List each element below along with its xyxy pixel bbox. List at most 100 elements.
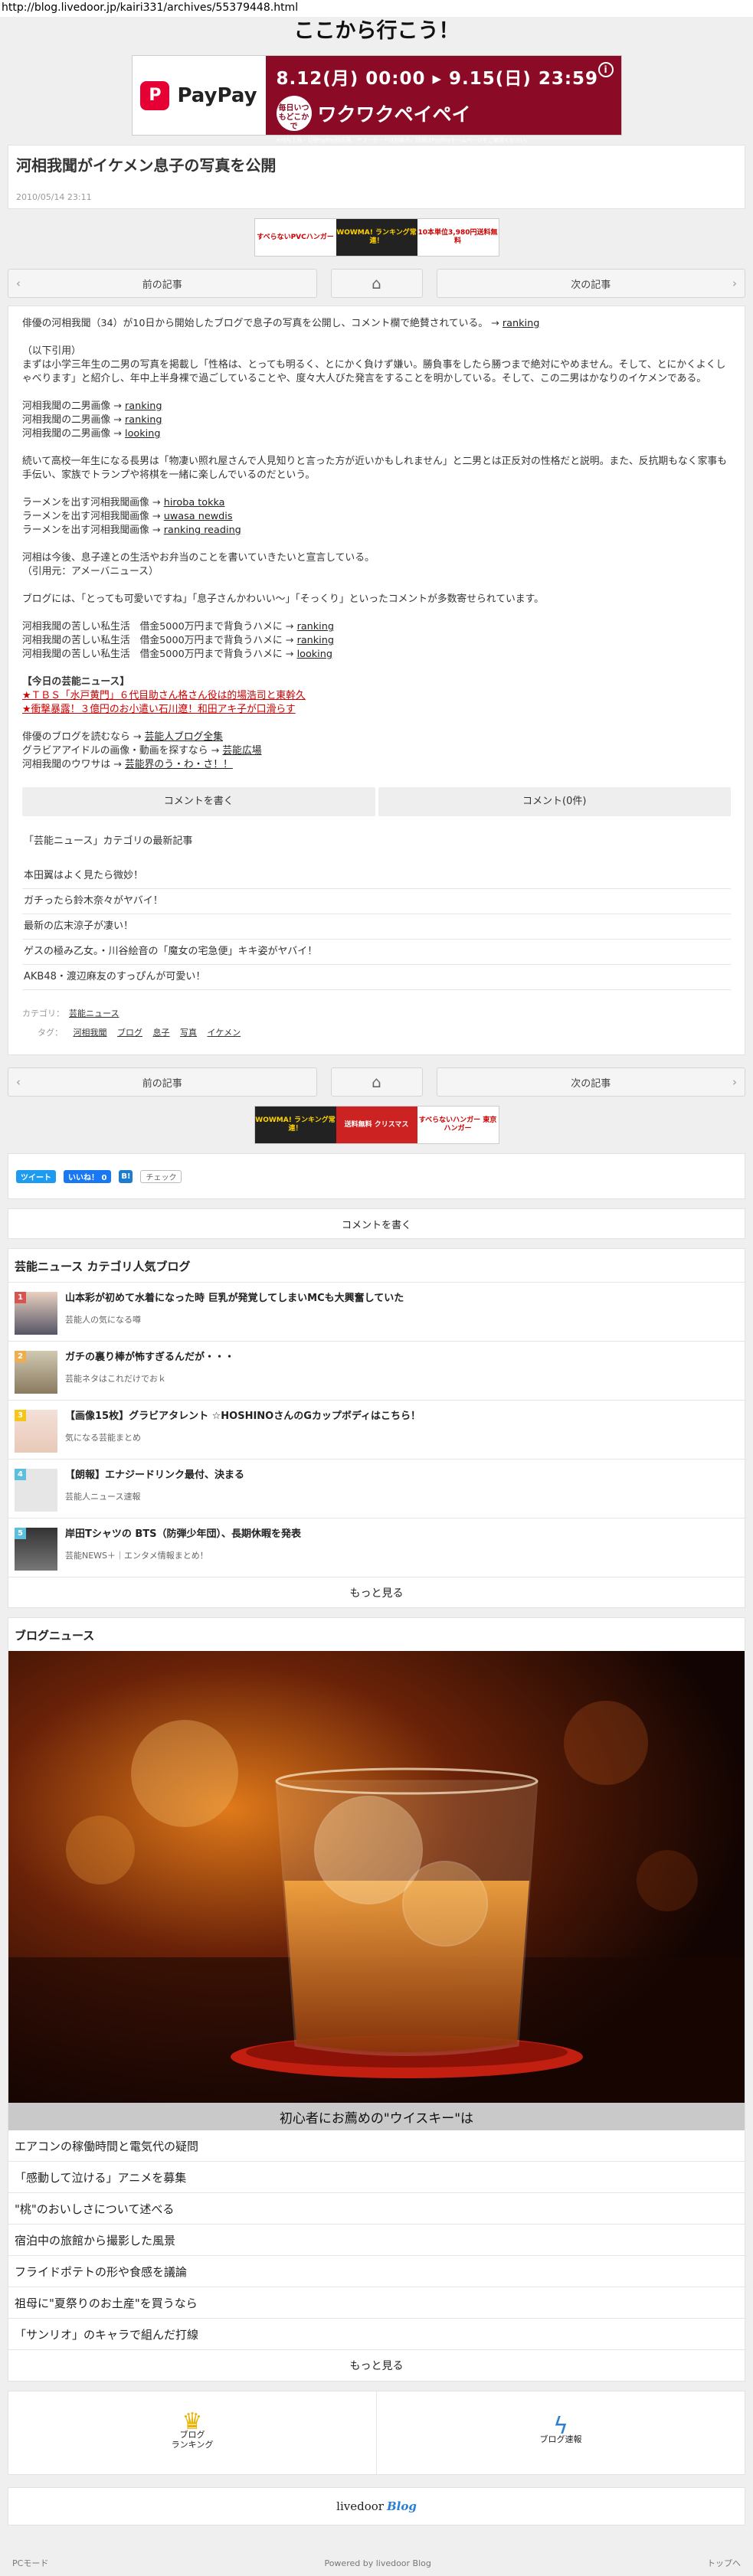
back-to-top-link[interactable]: トップへ xyxy=(707,2557,741,2569)
paypay-logo-icon: P xyxy=(140,80,170,110)
article-meta: カテゴリ： 芸能ニュース タグ： 河相我聞 ブログ 息子 写真 イケメン xyxy=(22,1004,731,1042)
list-item[interactable]: フライドポテトの形や食感を議論 xyxy=(8,2256,745,2287)
paragraph: ラーメンを出す河相我聞画像 → hiroba tokka ラーメンを出す河相我聞… xyxy=(22,497,241,536)
article-header: 河相我聞がイケメン息子の写真を公開 2010/05/14 23:11 xyxy=(8,145,745,209)
paragraph: （以下引用） まずは小学三年生の二男の写真を掲載し「性格は、とっても明るく、とに… xyxy=(22,345,726,384)
more-button[interactable]: もっと見る xyxy=(8,2350,745,2381)
news-link[interactable]: ★衝撃暴露！３億円のお小遣い石川遼！和田アキ子が口滑らす xyxy=(22,704,296,715)
write-comment-button[interactable]: コメントを書く xyxy=(22,787,375,816)
rank-number: 3 xyxy=(15,1410,26,1421)
rank-item[interactable]: 2 ガチの裏り棒が怖すぎるんだが・・・ 芸能ネタはこれだけでおｋ xyxy=(8,1341,745,1400)
home-button[interactable]: ⌂ xyxy=(330,269,423,298)
rank-source: 芸能NEWS＋｜エンタメ情報まとめ！ xyxy=(65,1551,208,1561)
photo-caption[interactable]: 初心者にお薦めの"ウイスキー"は xyxy=(8,2103,745,2130)
rank-item[interactable]: 5 岸田Tシャツの BTS（防弾少年団）、長期休暇を発表 芸能NEWS＋｜エンタメ… xyxy=(8,1518,745,1577)
news-heading: 【今日の芸能ニュース】 xyxy=(22,676,130,688)
body-link[interactable]: uwasa newdis xyxy=(164,511,233,522)
comment-buttons: コメントを書く コメント(0件) xyxy=(22,787,731,816)
lightning-icon: ϟ xyxy=(553,2413,568,2440)
rank-number: 1 xyxy=(15,1292,26,1303)
ad-seg: すべらないハンガー 東京ハンガー xyxy=(417,1107,499,1143)
body-link[interactable]: ranking xyxy=(297,621,334,633)
list-item[interactable]: 「サンリオ」のキャラで組んだ打線 xyxy=(8,2319,745,2350)
paypay-promo: 8.12(月) 00:00 ▸ 9.15(日) 23:59 毎日いつもどこかでワ… xyxy=(265,56,621,143)
rank-source: 芸能人ニュース速報 xyxy=(65,1492,141,1502)
article-title: 河相我聞がイケメン息子の写真を公開 xyxy=(16,156,277,175)
next-article-button[interactable]: 次の記事 › xyxy=(436,269,745,298)
list-item[interactable]: 祖母に"夏祭りのお土産"を買うなら xyxy=(8,2287,745,2319)
list-item[interactable]: 「感動して泣ける」アニメを募集 xyxy=(8,2162,745,2193)
comment-count-button[interactable]: コメント(0件) xyxy=(378,787,731,816)
hatena-bookmark-icon[interactable]: B! xyxy=(119,1169,133,1183)
prev-article-button[interactable]: ‹ 前の記事 xyxy=(8,269,317,298)
body-link[interactable]: ranking xyxy=(125,414,162,426)
home-button[interactable]: ⌂ xyxy=(330,1067,423,1097)
paypay-brand: P PayPay xyxy=(132,56,266,135)
check-button[interactable]: チェック xyxy=(140,1169,182,1183)
logo-text: livedoor xyxy=(336,2499,384,2513)
rank-number: 4 xyxy=(15,1469,26,1480)
promo-main: ワクワクペイペイ xyxy=(317,103,471,126)
list-item[interactable]: ガチったら鈴木奈々がヤバイ！ xyxy=(22,889,731,914)
tag-link[interactable]: 河相我聞 xyxy=(74,1028,107,1038)
page: http://blog.livedoor.jp/kairi331/archive… xyxy=(0,0,753,2576)
prev-label: 前の記事 xyxy=(142,1077,182,1090)
chevron-left-icon: ‹ xyxy=(16,1075,21,1089)
blog-news-flash-button[interactable]: ϟ ブログ速報 xyxy=(376,2391,745,2474)
paragraph: ブログには、「とっても可愛いですね」「息子さんかわいい～」「そっくり」といったコ… xyxy=(22,593,544,605)
tweet-button[interactable]: ツイート xyxy=(16,1169,56,1183)
body-link[interactable]: ranking xyxy=(503,318,539,329)
body-link[interactable]: 芸能界のう・わ・さ！！ xyxy=(125,759,233,770)
ad-banner-top[interactable]: すべらないPVCハンガー WOWMA! ランキング常連！ 10本単位3,980円… xyxy=(254,218,499,257)
like-button[interactable]: いいね！ 0 xyxy=(64,1169,112,1183)
more-button[interactable]: もっと見る xyxy=(8,1577,745,1607)
list-item[interactable]: 最新の広末涼子が凄い！ xyxy=(22,914,731,940)
category-link[interactable]: 芸能ニュース xyxy=(69,1008,119,1018)
blog-ranking-button[interactable]: ♛ ブログ ランキング xyxy=(8,2391,376,2474)
blognews-title: ブログニュース xyxy=(15,1629,95,1643)
body-link[interactable]: 芸能広場 xyxy=(222,745,261,757)
news-link[interactable]: ★ＴＢＳ「水戸黄門」６代目助さん格さん役は的場浩司と東幹久 xyxy=(22,690,306,701)
thumbnail: 1 xyxy=(15,1292,57,1335)
ad-seg: すべらないPVCハンガー xyxy=(254,219,336,256)
whisky-photo[interactable] xyxy=(8,1651,745,2103)
site-title[interactable]: ここから行こう！ xyxy=(0,17,753,46)
paragraph: 俳優のブログを読むなら → 芸能人ブログ全集 グラビアアイドルの画像・動画を探す… xyxy=(22,731,262,770)
body-link[interactable]: ranking xyxy=(125,400,162,412)
list-item[interactable]: ゲスの極み乙女。・川谷絵音の「魔女の宅急便」キキ姿がヤバイ！ xyxy=(22,940,731,965)
body-link[interactable]: looking xyxy=(297,649,332,660)
tag-link[interactable]: ブログ xyxy=(117,1028,142,1038)
body-link[interactable]: looking xyxy=(125,428,160,440)
chevron-left-icon: ‹ xyxy=(16,276,21,290)
tag-link[interactable]: 息子 xyxy=(153,1028,170,1038)
body-link[interactable]: ranking xyxy=(297,635,334,646)
logo-blog: Blog xyxy=(386,2499,417,2513)
ad-seg: WOWMA! ランキング常連！ xyxy=(336,219,417,256)
paypay-banner[interactable]: P PayPay 8.12(月) 00:00 ▸ 9.15(日) 23:59 毎… xyxy=(131,55,622,143)
next-article-button[interactable]: 次の記事 › xyxy=(436,1067,745,1097)
paypay-brand-text: PayPay xyxy=(177,83,257,107)
body-link[interactable]: hiroba tokka xyxy=(164,497,225,508)
list-item[interactable]: AKB48・渡辺麻友のすっぴんが可愛い！ xyxy=(22,965,731,990)
article-pager-bottom: ‹ 前の記事 ⌂ 次の記事 › xyxy=(8,1067,745,1097)
body-link[interactable]: 芸能人ブログ全集 xyxy=(145,731,223,743)
rank-item[interactable]: 4 【朗報】エナジードリンク最付、決まる 芸能人ニュース速報 xyxy=(8,1459,745,1518)
write-comment-bar[interactable]: コメントを書く xyxy=(8,1208,745,1239)
livedoor-blog-logo[interactable]: livedoor Blog xyxy=(8,2487,745,2525)
body-link[interactable]: ranking reading xyxy=(164,525,241,536)
promo-badge: 毎日いつもどこかで xyxy=(276,96,312,131)
paragraph: 河相は今後、息子達との生活やお弁当のことを書いていきたいと宣言している。 （引用… xyxy=(22,552,375,577)
prev-article-button[interactable]: ‹ 前の記事 xyxy=(8,1067,317,1097)
list-item[interactable]: 宿泊中の旅館から撮影した風景 xyxy=(8,2225,745,2256)
list-item[interactable]: "桃"のおいしさについて述べる xyxy=(8,2193,745,2225)
list-item[interactable]: エアコンの稼働時間と電気代の疑問 xyxy=(8,2130,745,2162)
tag-link[interactable]: 写真 xyxy=(180,1028,197,1038)
rank-item[interactable]: 1 山本彩が初めて水着になった時 巨乳が発覚してしまいMCも大興奮していた 芸能人… xyxy=(8,1282,745,1341)
ad-info-icon[interactable]: i xyxy=(597,62,614,77)
pc-mode-link[interactable]: PCモード xyxy=(12,2557,48,2569)
tag-link[interactable]: イケメン xyxy=(208,1028,241,1038)
tag-label: タグ： xyxy=(38,1028,63,1038)
ad-banner-bottom[interactable]: WOWMA! ランキング常連！ 送料無料 クリスマス すべらないハンガー 東京ハ… xyxy=(254,1106,499,1144)
rank-item[interactable]: 3 【画像15枚】グラビアタレント ☆HOSHINOさんのGカップボディはこちら… xyxy=(8,1400,745,1459)
list-item[interactable]: 本田翼はよく見たら微妙！ xyxy=(22,864,731,889)
